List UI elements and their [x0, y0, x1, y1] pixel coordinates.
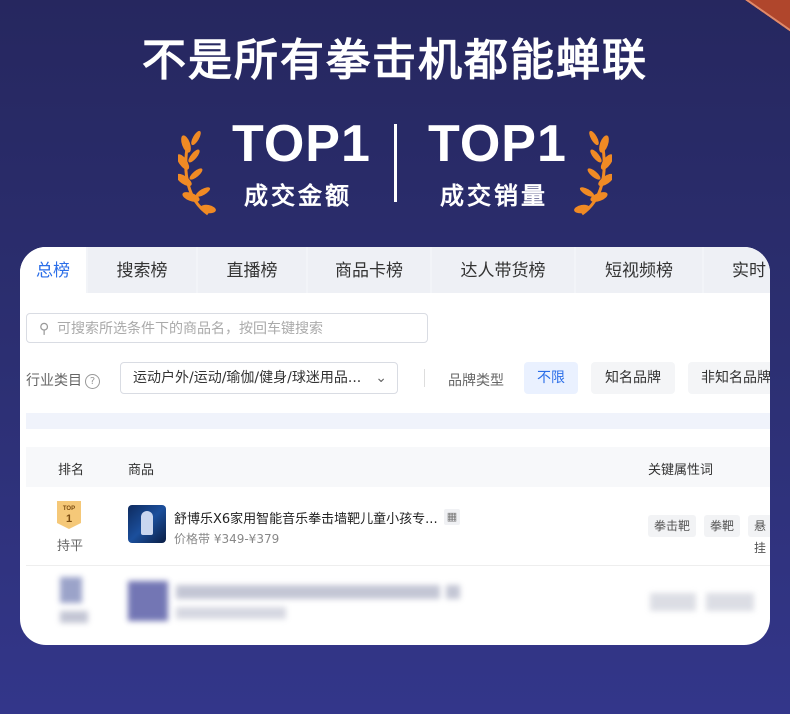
brand-option-unknown[interactable]: 非知名品牌: [688, 362, 770, 394]
keyword-tag: 悬挂: [748, 515, 770, 555]
blurred-text: [176, 607, 286, 619]
award-top1-sales-amount: TOP1 成交金额: [232, 115, 371, 211]
awards-banner: TOP1 成交金额 TOP1 成交销量: [0, 118, 790, 218]
tab-search[interactable]: 搜索榜: [88, 247, 196, 293]
tab-live[interactable]: 直播榜: [198, 247, 306, 293]
table-header: 排名 商品 关键属性词: [26, 447, 770, 487]
award-divider: [394, 124, 397, 202]
table-row[interactable]: TOP 1 持平 舒博乐X6家用智能音乐拳击墙靶儿童小孩专... 价格带 ¥34…: [26, 491, 770, 566]
award-subtitle: 成交金额: [244, 182, 352, 210]
keyword-tag: 拳靶: [704, 515, 741, 537]
industry-select-value: 运动户外/运动/瑜伽/健身/球迷用品...: [133, 370, 362, 386]
award-top1-sales-volume: TOP1 成交销量: [428, 115, 567, 211]
search-placeholder: 可搜索所选条件下的商品名，按回车键搜索: [57, 321, 323, 337]
chevron-down-icon: ⌄: [375, 370, 387, 386]
blurred-tag: [706, 593, 754, 611]
brand-type-label: 品牌类型: [448, 373, 504, 389]
award-title: TOP1: [232, 115, 371, 173]
brand-option-known[interactable]: 知名品牌: [591, 362, 675, 394]
search-icon: ⚲: [39, 321, 50, 337]
award-title: TOP1: [428, 115, 567, 173]
tab-product-card[interactable]: 商品卡榜: [308, 247, 430, 293]
search-input[interactable]: ⚲ 可搜索所选条件下的商品名，按回车键搜索: [26, 313, 428, 343]
blurred-text: [176, 585, 440, 599]
industry-filter-label: 行业类目?: [26, 370, 100, 390]
header-keywords: 关键属性词: [648, 463, 714, 478]
qr-code-icon[interactable]: ▦: [444, 509, 460, 525]
product-price: 价格带 ¥349-¥379: [174, 532, 280, 546]
tab-realtime[interactable]: 实时: [704, 247, 770, 293]
header-product: 商品: [128, 463, 155, 478]
product-name[interactable]: 舒博乐X6家用智能音乐拳击墙靶儿童小孩专...: [174, 508, 438, 527]
table-row-blurred: [26, 567, 770, 641]
filter-divider: [424, 369, 425, 387]
blurred-medal: [60, 577, 82, 603]
headline: 不是所有拳击机都能蝉联: [142, 35, 648, 86]
blurred-tag: [650, 593, 696, 611]
brand-option-any[interactable]: 不限: [524, 362, 578, 394]
industry-select[interactable]: 运动户外/运动/瑜伽/健身/球迷用品... ⌄: [120, 362, 398, 394]
laurel-right-icon: [574, 130, 612, 216]
medal-rank: 1: [66, 513, 72, 525]
blurred-thumbnail: [128, 581, 168, 621]
blurred-text: [60, 611, 88, 623]
tab-overall[interactable]: 总榜: [20, 247, 86, 293]
rank-trend: 持平: [57, 539, 84, 554]
industry-label-text: 行业类目: [26, 373, 82, 389]
info-strip: [26, 413, 770, 429]
keyword-tag: 拳击靶: [648, 515, 697, 537]
ranking-panel: 总榜 搜索榜 直播榜 商品卡榜 达人带货榜 短视频榜 实时 ⚲ 可搜索所选条件下…: [20, 247, 770, 645]
laurel-left-icon: [178, 130, 216, 216]
rank-medal-icon: TOP 1: [57, 501, 81, 529]
tab-short-video[interactable]: 短视频榜: [576, 247, 702, 293]
medal-label: TOP: [63, 506, 75, 512]
tab-bar: 总榜 搜索榜 直播榜 商品卡榜 达人带货榜 短视频榜 实时: [20, 247, 770, 293]
help-icon[interactable]: ?: [85, 374, 100, 389]
blurred-text: [446, 585, 460, 599]
award-subtitle: 成交销量: [440, 182, 548, 210]
product-thumbnail[interactable]: [128, 505, 166, 543]
tab-influencer[interactable]: 达人带货榜: [432, 247, 574, 293]
header-rank: 排名: [58, 463, 85, 478]
